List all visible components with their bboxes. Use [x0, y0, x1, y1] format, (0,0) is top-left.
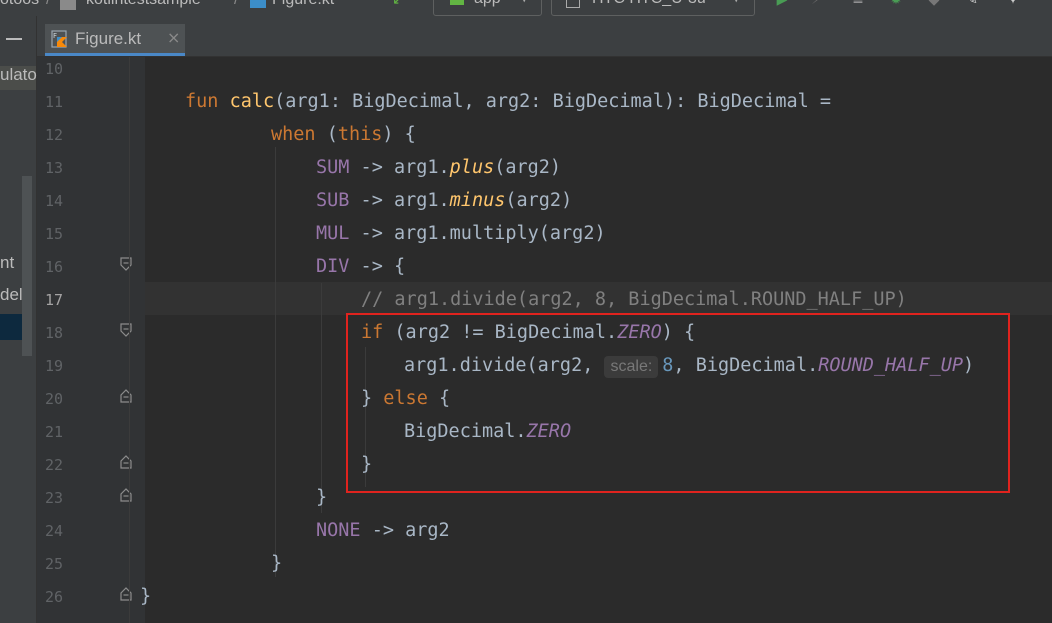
- kotlin-file-icon: F: [51, 30, 67, 48]
- code-text: (arg2): [494, 157, 562, 178]
- code-line-24[interactable]: NONE -> arg2: [316, 514, 450, 547]
- debug-icon[interactable]: ✹: [888, 0, 904, 10]
- fold-open-icon[interactable]: [120, 323, 132, 337]
- folder-icon: [60, 0, 76, 10]
- indent-guide: [321, 283, 322, 513]
- indent-guide: [275, 147, 276, 577]
- code-line-17-comment[interactable]: // arg1.divide(arg2, 8, BigDecimal.ROUND…: [361, 283, 907, 316]
- code-text: ) {: [382, 124, 416, 145]
- line-number: 15: [44, 225, 63, 243]
- signature-text: (arg1: BigDecimal, arg2: BigDecimal): Bi…: [274, 91, 832, 112]
- keyword-this: this: [337, 124, 383, 145]
- svg-text:F: F: [53, 32, 57, 40]
- line-number: 10: [44, 60, 63, 78]
- code-text: -> arg1.multiply(arg2): [349, 223, 606, 244]
- back-arrow-icon[interactable]: ↙: [390, 0, 406, 10]
- line-number: 12: [44, 126, 63, 144]
- run-config-dropdown[interactable]: app ▼: [433, 0, 542, 16]
- android-icon: [450, 0, 464, 5]
- line-number: 18: [44, 324, 63, 342]
- profiler-icon[interactable]: ✎: [964, 0, 980, 10]
- attach-debugger-icon[interactable]: ◆: [926, 0, 942, 10]
- code-text: -> {: [349, 256, 406, 277]
- line-number-current: 17: [44, 291, 63, 309]
- collapse-icon[interactable]: [6, 38, 22, 40]
- fold-end-icon[interactable]: [120, 455, 132, 469]
- enum-constant: MUL: [316, 223, 350, 244]
- code-text: -> arg1.: [349, 190, 450, 211]
- keyword-fun: fun: [185, 91, 230, 112]
- apply-changes-icon[interactable]: ⚡: [808, 0, 824, 10]
- indent-guide: [129, 57, 130, 623]
- code-line-12[interactable]: when (this) {: [271, 118, 416, 151]
- breadcrumb-separator: /: [234, 0, 238, 9]
- line-number: 11: [44, 93, 63, 111]
- keyword-when: when: [271, 124, 327, 145]
- extension-call: plus: [449, 157, 495, 178]
- chevron-down-icon: ▼: [732, 0, 740, 4]
- panel-item-label[interactable]: nt: [0, 253, 14, 273]
- extension-call: minus: [449, 190, 506, 211]
- function-name: calc: [229, 91, 275, 112]
- breadcrumb-file[interactable]: Figure.kt: [272, 0, 334, 9]
- kotlin-file-icon: [250, 0, 266, 8]
- code-line-15[interactable]: MUL -> arg1.multiply(arg2): [316, 217, 606, 250]
- project-tool-panel: ulato nt del: [0, 16, 37, 623]
- code-line-14[interactable]: SUB -> arg1.minus(arg2): [316, 184, 572, 217]
- code-text: -> arg2: [360, 520, 450, 541]
- line-number: 14: [44, 192, 63, 210]
- panel-selection-highlight: [0, 314, 24, 340]
- sdk-manager-icon[interactable]: ✦: [1005, 0, 1021, 10]
- line-number: 24: [44, 522, 63, 540]
- run-config-label: app: [474, 0, 501, 8]
- line-number: 22: [44, 456, 63, 474]
- code-line-25[interactable]: }: [271, 547, 282, 580]
- line-number: 23: [44, 489, 63, 507]
- breadcrumb-project[interactable]: otoos: [0, 0, 39, 9]
- enum-constant: NONE: [316, 520, 361, 541]
- tab-figure-kt[interactable]: F Figure.kt ×: [45, 24, 185, 56]
- enum-constant: SUB: [316, 190, 350, 211]
- enum-constant: SUM: [316, 157, 350, 178]
- panel-scrollbar[interactable]: [22, 176, 32, 356]
- run-icon[interactable]: ▶: [774, 0, 790, 10]
- code-text: (arg2): [505, 190, 573, 211]
- device-icon: [566, 0, 580, 8]
- panel-item-label[interactable]: del: [0, 285, 23, 305]
- fold-end-icon[interactable]: [120, 488, 132, 502]
- code-line-23[interactable]: }: [316, 481, 327, 514]
- code-line-13[interactable]: SUM -> arg1.plus(arg2): [316, 151, 561, 184]
- device-dropdown[interactable]: HTC HTC_U-3u ▼: [551, 0, 755, 16]
- main-toolbar: otoos / kotlintestsample / Figure.kt ↙ a…: [0, 0, 1052, 16]
- panel-selected-row[interactable]: ulato: [0, 65, 37, 90]
- device-label: HTC HTC_U-3u: [592, 0, 706, 8]
- close-icon[interactable]: ×: [167, 28, 180, 47]
- panel-item-label: ulato: [0, 65, 37, 84]
- editor-tab-bar: F Figure.kt ×: [37, 16, 1052, 57]
- sync-icon[interactable]: ≡: [850, 0, 866, 10]
- line-number: 21: [44, 423, 63, 441]
- fold-end-icon[interactable]: [120, 389, 132, 403]
- line-number: 20: [44, 390, 63, 408]
- code-line-26[interactable]: }: [140, 580, 151, 613]
- fold-open-icon[interactable]: [120, 257, 132, 271]
- highlight-annotation-box: [346, 313, 1010, 493]
- code-text: (: [326, 124, 338, 145]
- chevron-down-icon: ▼: [520, 0, 528, 4]
- code-line-16[interactable]: DIV -> {: [316, 250, 405, 283]
- enum-constant: DIV: [316, 256, 350, 277]
- breadcrumb-module[interactable]: kotlintestsample: [86, 0, 201, 9]
- line-number: 25: [44, 555, 63, 573]
- fold-end-icon[interactable]: [120, 587, 132, 601]
- line-number: 13: [44, 159, 63, 177]
- code-text: -> arg1.: [349, 157, 450, 178]
- tab-label: Figure.kt: [75, 29, 142, 48]
- line-number: 26: [44, 588, 63, 606]
- line-number: 16: [44, 258, 63, 276]
- line-number: 19: [44, 357, 63, 375]
- breadcrumb-separator: /: [46, 0, 50, 9]
- code-line-11[interactable]: fun calc(arg1: BigDecimal, arg2: BigDeci…: [185, 85, 831, 118]
